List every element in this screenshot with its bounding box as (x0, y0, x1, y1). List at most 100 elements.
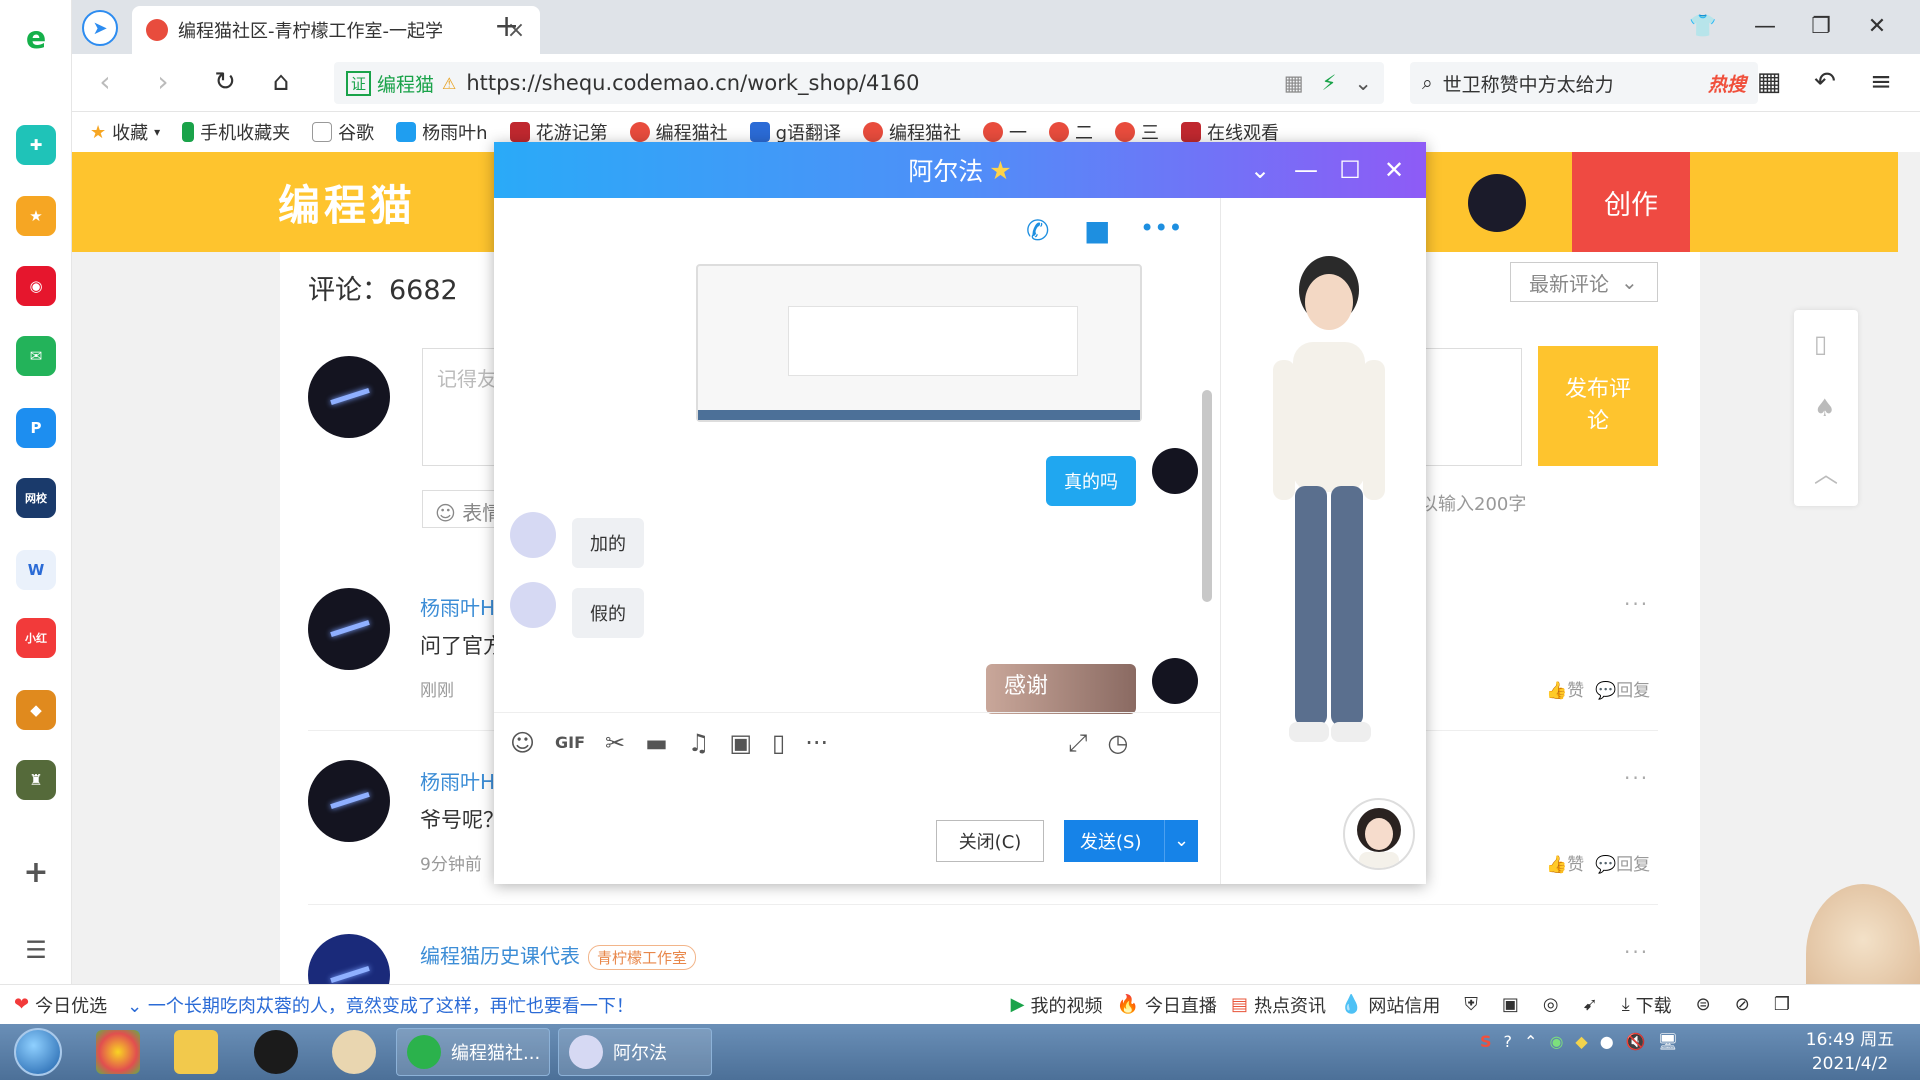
hot-search-badge[interactable]: 热搜 (1708, 70, 1746, 97)
skin-shirt-icon[interactable]: 👕 (1686, 10, 1720, 44)
chat-bubble-received[interactable]: 加的 (572, 518, 644, 568)
more-icon[interactable]: ··· (805, 729, 828, 757)
video-call-icon[interactable]: ■ (1084, 214, 1110, 247)
bookmark-favorites[interactable]: ★ 收藏 ▾ (90, 119, 160, 145)
start-button[interactable] (14, 1028, 62, 1076)
my-chat-avatar[interactable] (1152, 448, 1198, 494)
menu-icon[interactable]: ≡ (1864, 66, 1898, 100)
volume-muted-icon[interactable]: 🔇 (1626, 1032, 1646, 1051)
site-logo[interactable]: 编程猫 (278, 172, 416, 233)
clock[interactable]: 16:49 周五 2021/4/2 (1790, 1028, 1910, 1076)
image-message[interactable]: 感谢 (986, 664, 1136, 714)
folder-icon[interactable] (174, 1030, 218, 1074)
site-credit[interactable]: 💧 网站信用 (1340, 992, 1440, 1018)
url-field[interactable]: 证 编程猫 ⚠ https://shequ.codemao.cn/work_sh… (334, 62, 1384, 104)
navigation-arrow-icon[interactable]: ➤ (82, 10, 118, 46)
comment-author[interactable]: 编程猫历史课代表 青柠檬工作室 (420, 940, 697, 970)
ad-block-icon[interactable]: ⊜ (1696, 994, 1711, 1015)
create-button[interactable]: 创作 (1572, 152, 1690, 252)
expand-icon[interactable]: ⤢ (1068, 729, 1087, 757)
reply-button[interactable]: 💬回复 (1595, 681, 1650, 701)
like-button[interactable]: 👍赞 (1546, 855, 1584, 875)
color-app-icon[interactable] (96, 1030, 140, 1074)
chevron-down-icon[interactable]: ⌄ (1164, 820, 1198, 862)
reload-icon[interactable]: ↻ (208, 66, 242, 100)
bookmark-google[interactable]: 谷歌 (312, 119, 374, 145)
network-icon[interactable]: 🖥 (1658, 1032, 1678, 1051)
plus-app-icon[interactable]: ✚ (16, 125, 56, 165)
speed-icon[interactable]: ◎ (1543, 994, 1559, 1015)
hot-news[interactable]: ▤ 热点资讯 (1231, 992, 1326, 1018)
today-pick[interactable]: ❤ 今日优选 (14, 992, 107, 1018)
folder-icon[interactable]: ▬ (645, 729, 668, 757)
emoji-icon[interactable]: ☺ (510, 729, 535, 757)
red-app-icon[interactable]: 小红 (16, 618, 56, 658)
more-icon[interactable]: ··· (1624, 940, 1649, 964)
browser-e-icon[interactable]: e (16, 18, 56, 58)
publish-comment-button[interactable]: 发布评论 (1538, 346, 1658, 466)
like-button[interactable]: 👍赞 (1546, 681, 1584, 701)
help-icon[interactable]: ? (1504, 1032, 1513, 1051)
live[interactable]: 🔥 今日直播 (1117, 992, 1217, 1018)
phone-icon[interactable]: ▯ (1814, 330, 1827, 358)
apps-grid-icon[interactable]: ▦ (1752, 66, 1786, 100)
home-icon[interactable]: ⌂ (264, 66, 298, 100)
green-e-icon[interactable]: ◉ (1549, 1032, 1563, 1051)
security-icon[interactable]: ◆ (1575, 1032, 1587, 1051)
news-headline[interactable]: ⌄ 一个长期吃肉苁蓉的人，竟然变成了这样，再忙也要看一下！ (127, 992, 634, 1018)
clear-icon[interactable]: ⊘ (1735, 994, 1750, 1015)
comment-avatar[interactable] (308, 588, 390, 670)
my-profile-avatar[interactable] (1343, 798, 1415, 870)
my-chat-avatar[interactable] (1152, 658, 1198, 704)
search-input[interactable]: ⌕ 世卫称赞中方太给力 热搜 (1410, 62, 1758, 104)
url-text[interactable]: https://shequ.codemao.cn/work_shop/4160 (466, 71, 1283, 95)
chevron-down-icon[interactable]: ⌄ (1354, 71, 1372, 95)
word-doc-icon[interactable]: W (16, 550, 56, 590)
studio-tag[interactable]: 青柠檬工作室 (588, 945, 697, 970)
maximize-icon[interactable]: ☐ (1332, 152, 1368, 188)
game2-app-icon[interactable]: ♜ (16, 760, 56, 800)
more-icon[interactable]: ••• (1140, 214, 1182, 242)
new-tab-button[interactable]: + (494, 9, 519, 44)
shield-icon[interactable]: ⛨ (1464, 994, 1478, 1015)
qq-tray-icon[interactable]: ● (1600, 1032, 1614, 1051)
comment-avatar[interactable] (308, 760, 390, 842)
bookmark-mobile[interactable]: 手机收藏夹 (182, 119, 290, 145)
game-app-icon[interactable]: ◆ (16, 690, 56, 730)
window-icon[interactable]: ❐ (1774, 994, 1790, 1015)
taskbar-app-browser[interactable]: 编程猫社... (396, 1028, 550, 1076)
user-avatar[interactable] (1468, 174, 1526, 232)
more-icon[interactable]: ··· (1624, 766, 1649, 790)
weibo-icon[interactable]: ◉ (16, 266, 56, 306)
shake-icon[interactable]: ▯ (772, 729, 785, 757)
image-icon[interactable]: ▣ (729, 729, 752, 757)
chat-bubble-sent[interactable]: 真的吗 (1046, 456, 1136, 506)
browser-tab[interactable]: 编程猫社区-青柠檬工作室-一起学 × (132, 6, 540, 54)
close-window-icon[interactable]: ✕ (1860, 10, 1894, 44)
chevron-down-icon[interactable]: ⌄ (1242, 152, 1278, 188)
reply-button[interactable]: 💬回复 (1595, 855, 1650, 875)
image-icon[interactable]: ▣ (1502, 994, 1519, 1015)
back-to-top-icon[interactable]: ︿ (1814, 454, 1838, 489)
restore-icon[interactable]: ❐ (1804, 10, 1838, 44)
gif-icon[interactable]: GIF (555, 733, 585, 752)
history-clock-icon[interactable]: ◷ (1107, 729, 1128, 757)
contact-chat-avatar[interactable] (510, 582, 556, 628)
sogou-icon[interactable]: S (1480, 1032, 1492, 1051)
screenshot-image[interactable] (696, 264, 1142, 422)
undo-icon[interactable]: ↶ (1808, 66, 1842, 100)
qr-code-icon[interactable]: ▦ (1284, 71, 1304, 95)
scissors-icon[interactable]: ✂ (605, 729, 625, 757)
rocket-icon[interactable]: ➹ (1583, 994, 1598, 1015)
star-app-icon[interactable]: ★ (16, 196, 56, 236)
chat-bubble-received[interactable]: 假的 (572, 588, 644, 638)
chat-title-bar[interactable]: 阿尔法 ★ ⌄ — ☐ ✕ (494, 142, 1426, 198)
bell-icon[interactable]: ♠ (1814, 394, 1836, 422)
bookmark-yang[interactable]: 杨雨叶h (396, 119, 488, 145)
minimize-icon[interactable]: — (1748, 10, 1782, 44)
send-button[interactable]: 发送(S) ⌄ (1064, 820, 1198, 862)
add-app-icon[interactable]: + (16, 852, 56, 892)
paint-icon[interactable] (332, 1030, 376, 1074)
comment-author[interactable]: 杨雨叶H (420, 766, 495, 795)
my-video[interactable]: ▶ 我的视频 (1011, 992, 1103, 1018)
